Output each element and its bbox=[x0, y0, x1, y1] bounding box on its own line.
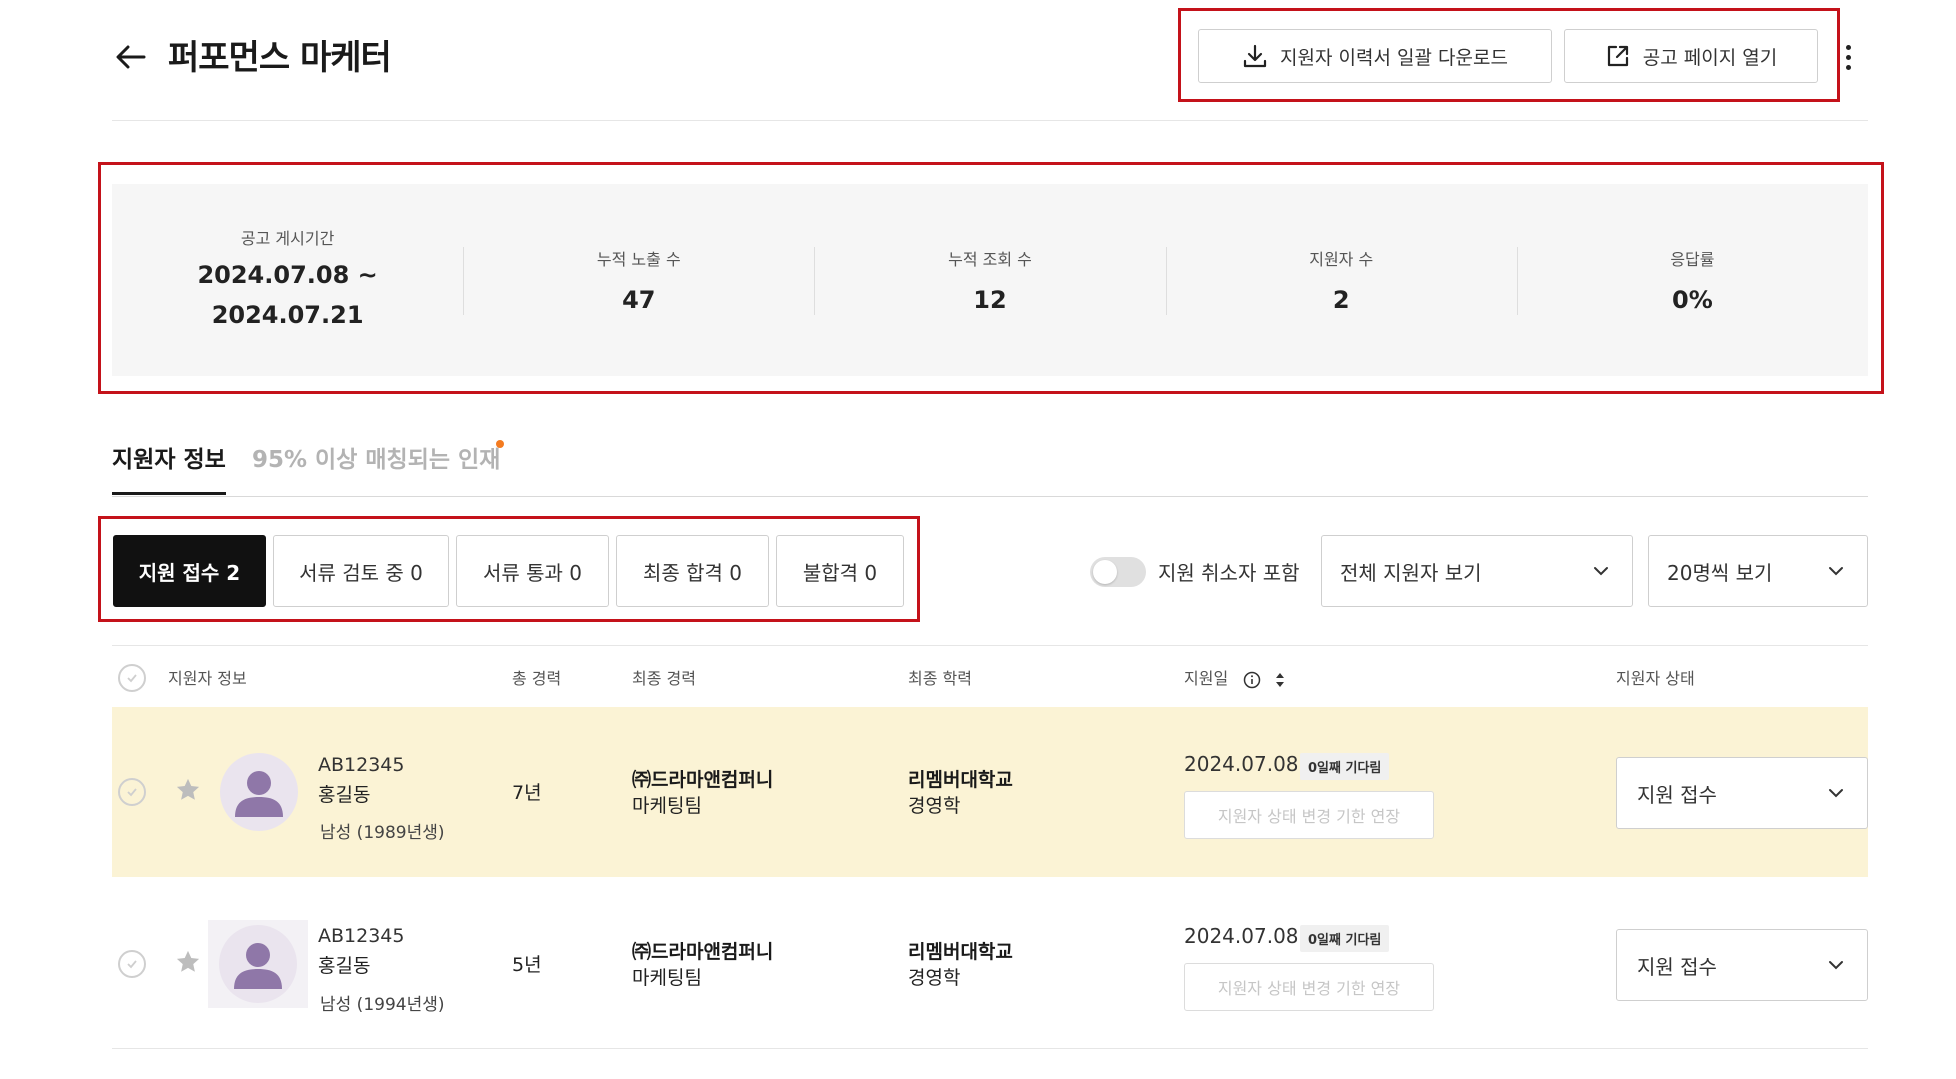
stat-period-start: 2024.07.08 ~ bbox=[197, 261, 378, 289]
stats-panel: 공고 게시기간 2024.07.08 ~ 2024.07.21 누적 노출 수 … bbox=[112, 184, 1868, 376]
stat-period-label: 공고 게시기간 bbox=[240, 229, 335, 248]
avatar bbox=[220, 753, 298, 831]
filter-reviewing[interactable]: 서류 검토 중 0 bbox=[273, 535, 449, 607]
include-cancelled-label: 지원 취소자 포함 bbox=[1158, 561, 1300, 585]
sort-icon[interactable] bbox=[1274, 670, 1286, 690]
avatar bbox=[208, 920, 308, 1008]
applied-date: 2024.07.08 bbox=[1184, 752, 1299, 776]
filter-received[interactable]: 지원 접수 2 bbox=[113, 535, 266, 607]
info-icon[interactable] bbox=[1243, 671, 1261, 689]
check-icon bbox=[127, 788, 137, 797]
last-team: 마케팅팀 bbox=[632, 795, 702, 817]
star-icon[interactable] bbox=[174, 948, 202, 980]
school: 리멤버대학교 bbox=[908, 769, 1013, 791]
applicant-name[interactable]: 홍길동 bbox=[318, 951, 370, 978]
download-resumes-label: 지원자 이력서 일괄 다운로드 bbox=[1280, 46, 1508, 69]
chevron-down-icon bbox=[1594, 567, 1608, 576]
stat-applicants-value: 2 bbox=[1332, 286, 1350, 314]
header-status: 지원자 상태 bbox=[1616, 669, 1695, 688]
filter-rejected[interactable]: 불합격 0 bbox=[776, 535, 904, 607]
per-page-value: 20명씩 보기 bbox=[1667, 560, 1773, 585]
check-icon bbox=[127, 960, 137, 969]
applicant-view-value: 전체 지원자 보기 bbox=[1340, 560, 1482, 585]
per-page-select[interactable]: 20명씩 보기 bbox=[1648, 535, 1868, 607]
applicant-gender: 남성 (1994년생) bbox=[320, 995, 445, 1015]
chevron-down-icon bbox=[1829, 567, 1843, 576]
header-divider bbox=[112, 120, 1868, 121]
row-checkbox[interactable] bbox=[118, 778, 146, 806]
page-title: 퍼포먼스 마케터 bbox=[168, 38, 392, 78]
include-cancelled-toggle[interactable] bbox=[1090, 557, 1146, 587]
external-link-icon bbox=[1607, 45, 1628, 67]
open-posting-button[interactable]: 공고 페이지 열기 bbox=[1564, 29, 1818, 83]
stat-impressions-label: 누적 노출 수 bbox=[596, 250, 681, 269]
filter-final-pass[interactable]: 최종 합격 0 bbox=[616, 535, 769, 607]
applicant-gender: 남성 (1989년생) bbox=[320, 823, 445, 843]
tab-divider bbox=[112, 496, 1868, 497]
header-last-education: 최종 학력 bbox=[908, 669, 972, 688]
stat-applicants-label: 지원자 수 bbox=[1309, 250, 1374, 269]
status-select[interactable]: 지원 접수 bbox=[1616, 929, 1868, 1001]
filter-passed[interactable]: 서류 통과 0 bbox=[456, 535, 609, 607]
total-career: 5년 bbox=[512, 954, 542, 976]
last-company: ㈜드라마앤컴퍼니 bbox=[632, 941, 774, 963]
toggle-knob bbox=[1093, 560, 1117, 584]
tab-applicant-info[interactable]: 지원자 정보 bbox=[112, 440, 226, 474]
header-last-career: 최종 경력 bbox=[632, 669, 696, 688]
applicant-name[interactable]: 홍길동 bbox=[318, 780, 370, 807]
last-team: 마케팅팀 bbox=[632, 967, 702, 989]
extend-deadline-button[interactable]: 지원자 상태 변경 기한 연장 bbox=[1184, 963, 1434, 1011]
select-all-checkbox[interactable] bbox=[118, 664, 146, 692]
wait-days-badge: 0일째 기다림 bbox=[1300, 925, 1390, 952]
stat-impressions: 누적 노출 수 47 bbox=[463, 184, 814, 376]
stat-applicants: 지원자 수 2 bbox=[1165, 184, 1517, 376]
chevron-down-icon bbox=[1829, 789, 1843, 798]
stat-views-value: 12 bbox=[973, 286, 1007, 314]
major: 경영학 bbox=[908, 967, 961, 989]
last-company: ㈜드라마앤컴퍼니 bbox=[632, 769, 774, 791]
status-value: 지원 접수 bbox=[1637, 782, 1717, 807]
status-select[interactable]: 지원 접수 bbox=[1616, 757, 1868, 829]
applicant-id: AB12345 bbox=[318, 754, 405, 776]
header-applied-date[interactable]: 지원일 bbox=[1184, 665, 1286, 690]
major: 경영학 bbox=[908, 795, 961, 817]
applicant-view-select[interactable]: 전체 지원자 보기 bbox=[1321, 535, 1633, 607]
header-applicant-info: 지원자 정보 bbox=[168, 669, 247, 688]
stat-period: 공고 게시기간 2024.07.08 ~ 2024.07.21 bbox=[112, 184, 463, 376]
stat-impressions-value: 47 bbox=[622, 286, 656, 314]
stat-response-rate-value: 0% bbox=[1672, 286, 1713, 314]
active-tab-underline bbox=[112, 492, 226, 495]
check-icon bbox=[127, 674, 137, 683]
row-checkbox[interactable] bbox=[118, 950, 146, 978]
stat-response-rate: 응답률 0% bbox=[1516, 184, 1868, 376]
new-badge-dot bbox=[496, 440, 504, 448]
back-arrow-icon[interactable] bbox=[110, 36, 152, 78]
download-resumes-button[interactable]: 지원자 이력서 일괄 다운로드 bbox=[1198, 29, 1552, 83]
wait-days-badge: 0일째 기다림 bbox=[1300, 753, 1390, 780]
stat-response-rate-label: 응답률 bbox=[1670, 250, 1715, 269]
school: 리멤버대학교 bbox=[908, 941, 1013, 963]
header-total-career: 총 경력 bbox=[512, 669, 562, 688]
tab-matching-talent[interactable]: 95% 이상 매칭되는 인재 bbox=[252, 440, 500, 474]
header-applied-date-label: 지원일 bbox=[1184, 669, 1229, 688]
status-value: 지원 접수 bbox=[1637, 954, 1717, 979]
stat-views-label: 누적 조회 수 bbox=[948, 250, 1032, 269]
download-icon bbox=[1243, 44, 1267, 68]
star-icon[interactable] bbox=[174, 776, 202, 808]
row-divider bbox=[112, 1048, 1868, 1049]
more-options-icon[interactable] bbox=[1838, 40, 1858, 74]
chevron-down-icon bbox=[1829, 961, 1843, 970]
stat-period-end: 2024.07.21 bbox=[211, 301, 364, 329]
open-posting-label: 공고 페이지 열기 bbox=[1642, 46, 1778, 69]
table-top-border bbox=[112, 645, 1868, 646]
total-career: 7년 bbox=[512, 782, 542, 804]
extend-deadline-button[interactable]: 지원자 상태 변경 기한 연장 bbox=[1184, 791, 1434, 839]
stat-views: 누적 조회 수 12 bbox=[814, 184, 1165, 376]
applied-date: 2024.07.08 bbox=[1184, 924, 1299, 948]
applicant-id: AB12345 bbox=[318, 925, 405, 947]
